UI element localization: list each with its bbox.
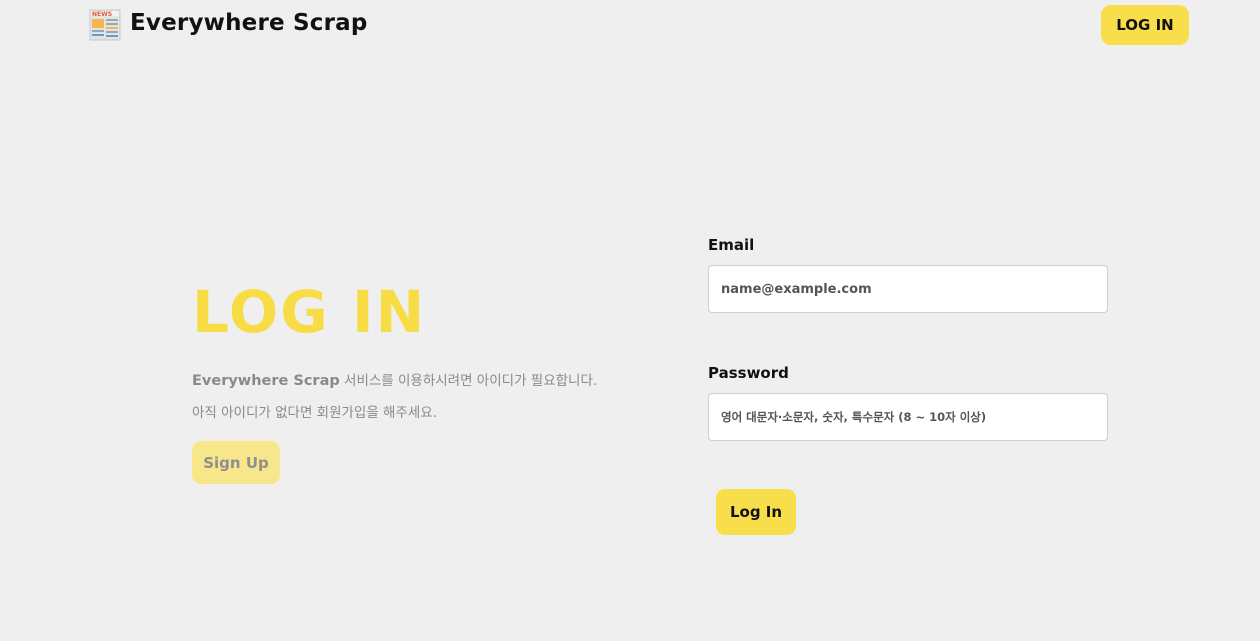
password-label: Password — [708, 364, 789, 382]
header-login-button[interactable]: LOG IN — [1101, 5, 1189, 45]
svg-text:NEWS: NEWS — [92, 11, 112, 18]
hero-description-text: 서비스를 이용하시려면 아이디가 필요합니다. — [339, 373, 598, 389]
password-input[interactable] — [708, 393, 1108, 441]
hero-title: LOG IN — [192, 278, 427, 346]
hero-brand-name: Everywhere Scrap — [192, 373, 340, 389]
hero-description-line1: Everywhere Scrap 서비스를 이용하시려면 아이디가 필요합니다. — [192, 371, 597, 391]
login-submit-button[interactable]: Log In — [716, 489, 796, 535]
hero-description-line2: 아직 아이디가 없다면 회원가입을 해주세요. — [192, 405, 438, 421]
email-label: Email — [708, 236, 755, 254]
email-input[interactable] — [708, 265, 1108, 313]
signup-button[interactable]: Sign Up — [192, 441, 280, 484]
brand-title[interactable]: Everywhere Scrap — [130, 6, 368, 40]
newspaper-icon: NEWS — [89, 9, 121, 41]
